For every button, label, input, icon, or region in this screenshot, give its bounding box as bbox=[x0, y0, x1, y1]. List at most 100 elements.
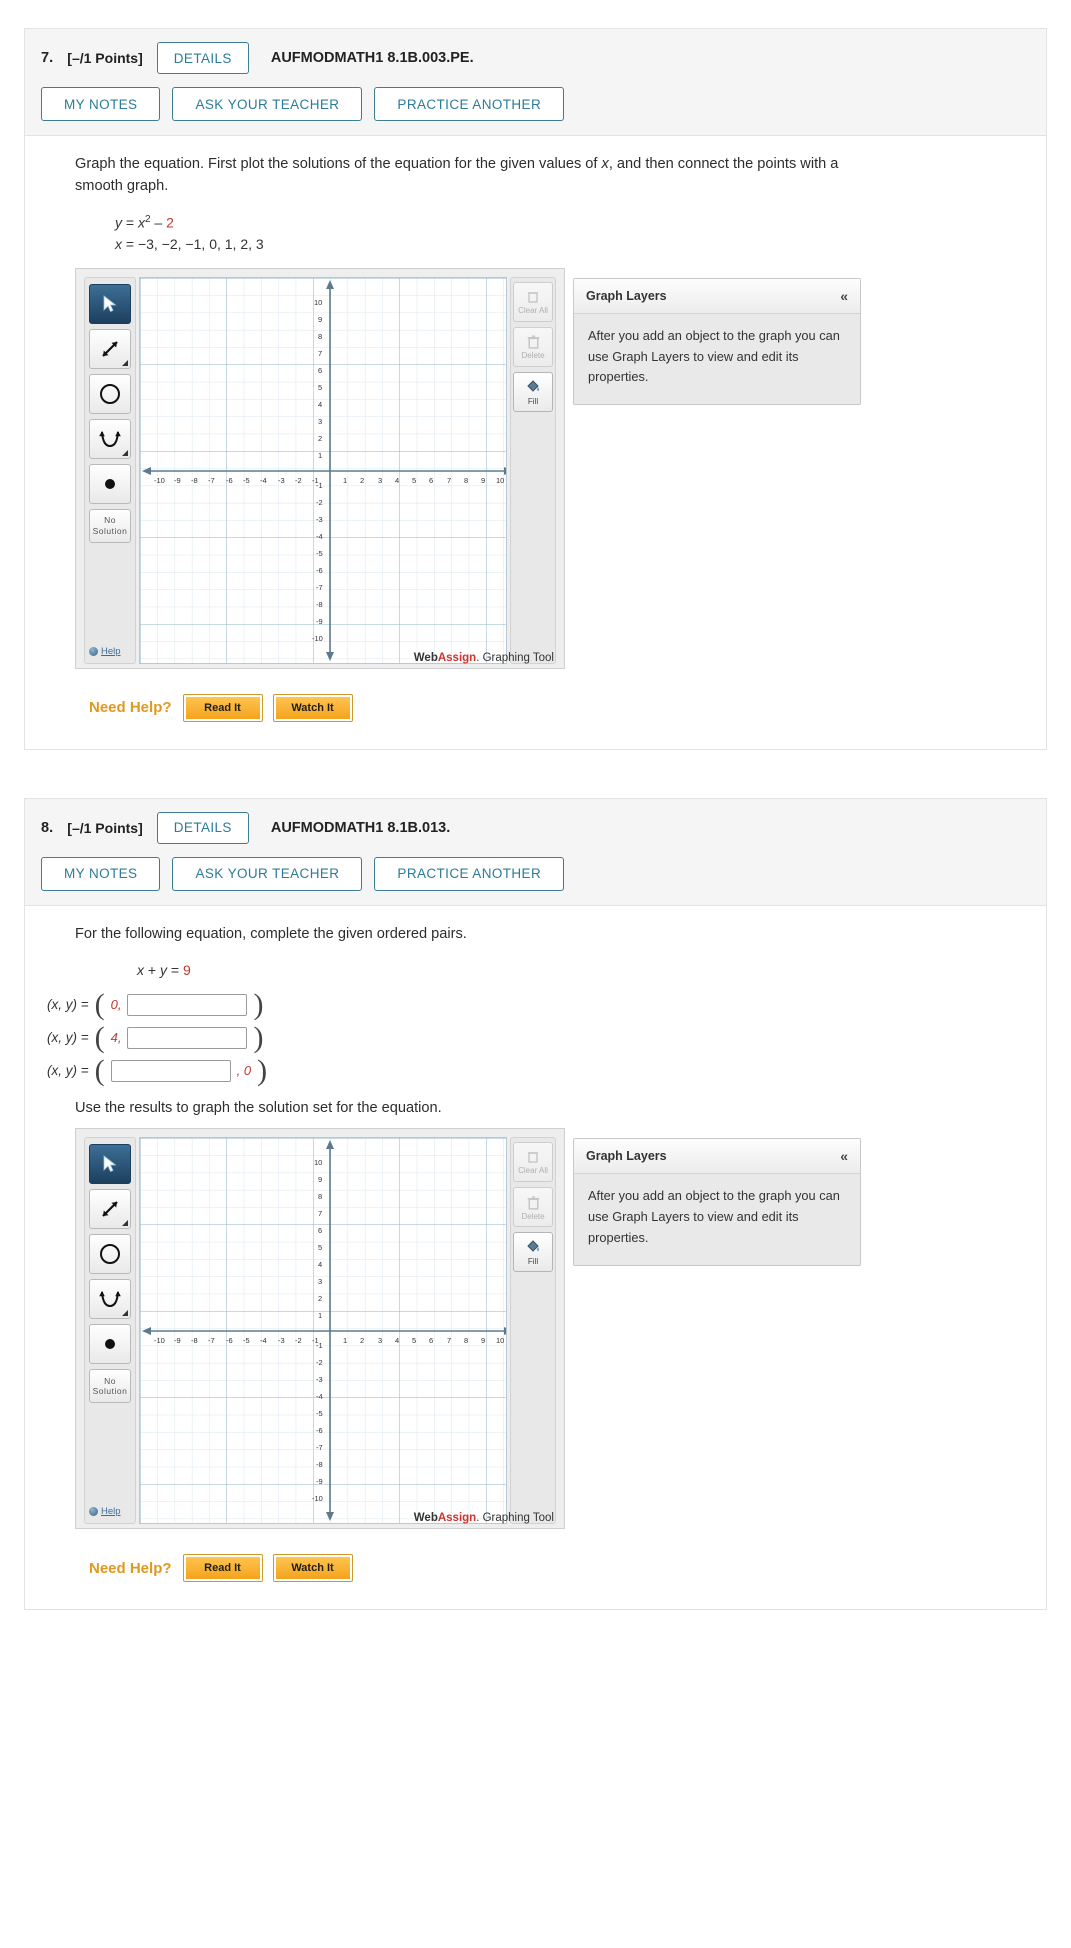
equation-constant: 9 bbox=[182, 961, 191, 978]
svg-text:9: 9 bbox=[318, 1175, 322, 1184]
tool-expand-corner-icon[interactable] bbox=[122, 1310, 128, 1317]
question-block-7: 7. [–/1 Points] DETAILS AUFMODMATH1 8.1B… bbox=[24, 28, 1047, 750]
no-solution-line-1: No bbox=[104, 1375, 116, 1386]
graph-help-link[interactable]: Help bbox=[89, 1506, 121, 1517]
brand-tool: . Graphing Tool bbox=[476, 1512, 554, 1525]
tool-expand-corner-icon[interactable] bbox=[122, 449, 128, 456]
read-it-button[interactable]: Read It bbox=[182, 693, 263, 722]
graphing-tool-wrapper-8: No Solution Help 10 9 8 7 6 5 4 3 2 1 -1… bbox=[75, 1128, 1020, 1530]
brand-assign: Assign bbox=[437, 1512, 477, 1525]
svg-text:2: 2 bbox=[360, 476, 364, 485]
details-button[interactable]: DETAILS bbox=[156, 42, 249, 74]
equation-display: y = x2 – 2 x = −3, −2, −1, 0, 1, 2, 3 bbox=[115, 212, 1020, 256]
axis-tick-labels: 1098 765 432 1 -1-2-3 -4-5-6 -7-8-9 -10 … bbox=[154, 1158, 504, 1503]
pair-input-y[interactable] bbox=[127, 993, 248, 1016]
pair-input-x[interactable] bbox=[110, 1059, 231, 1082]
graph-help-link[interactable]: Help bbox=[89, 646, 121, 657]
no-solution-button[interactable]: No Solution bbox=[89, 508, 131, 543]
parabola-tool-button[interactable] bbox=[89, 1279, 131, 1320]
svg-text:2: 2 bbox=[318, 1294, 322, 1303]
my-notes-button[interactable]: MY NOTES bbox=[41, 856, 161, 891]
read-it-button[interactable]: Read It bbox=[182, 1554, 263, 1583]
ordered-pair-row: (x, y) = ( , 0 ) bbox=[47, 1054, 1020, 1088]
graphing-tool: No Solution Help 10 9 8 7 6 5 4 3 2 1 -1… bbox=[75, 267, 565, 669]
tool-expand-corner-icon[interactable] bbox=[122, 359, 128, 366]
svg-text:-3: -3 bbox=[278, 1336, 285, 1345]
axis-tick-labels: 1098 765 432 1 -1-2-3 -4-5-6 -7-8-9 -10 … bbox=[154, 298, 504, 643]
my-notes-button[interactable]: MY NOTES bbox=[41, 87, 161, 121]
pair-input-y[interactable] bbox=[127, 1026, 248, 1049]
help-icon bbox=[89, 1507, 98, 1517]
point-tool-button[interactable] bbox=[89, 1324, 131, 1365]
cursor-arrow-icon bbox=[103, 294, 117, 312]
segment-tool-button[interactable] bbox=[89, 328, 131, 369]
fill-button[interactable]: Fill bbox=[513, 371, 553, 412]
pointer-tool-button[interactable] bbox=[89, 1144, 131, 1185]
question-block-8: 8. [–/1 Points] DETAILS AUFMODMATH1 8.1B… bbox=[24, 797, 1047, 1611]
circle-tool-button[interactable] bbox=[89, 1234, 131, 1275]
pair-prefilled-x: 4, bbox=[110, 1030, 122, 1046]
ask-your-teacher-button[interactable]: ASK YOUR TEACHER bbox=[172, 856, 363, 891]
svg-text:-9: -9 bbox=[316, 617, 323, 626]
segment-tool-button[interactable] bbox=[89, 1189, 131, 1230]
svg-text:8: 8 bbox=[318, 332, 322, 341]
clear-all-button[interactable]: Clear All bbox=[513, 1142, 553, 1183]
watch-it-button[interactable]: Watch It bbox=[272, 1554, 353, 1583]
details-button[interactable]: DETAILS bbox=[156, 811, 249, 844]
svg-text:3: 3 bbox=[378, 1336, 382, 1345]
svg-text:-8: -8 bbox=[316, 1460, 323, 1469]
ask-your-teacher-button[interactable]: ASK YOUR TEACHER bbox=[172, 87, 363, 121]
dot-icon bbox=[105, 1339, 115, 1350]
graph-layers-body: After you add an object to the graph you… bbox=[588, 327, 840, 385]
svg-text:8: 8 bbox=[318, 1192, 322, 1201]
circle-tool-button[interactable] bbox=[89, 373, 131, 414]
pair-label: (x, y) = bbox=[47, 997, 89, 1013]
question-header-row-1: 7. [–/1 Points] DETAILS AUFMODMATH1 8.1B… bbox=[41, 41, 1030, 75]
practice-another-button[interactable]: PRACTICE ANOTHER bbox=[374, 856, 565, 891]
graph-canvas[interactable]: 10 9 8 765 432 1 -1 -2 -3 -4 -5 -6 -7 -8 -9 -10 … bbox=[139, 276, 507, 664]
svg-text:-4: -4 bbox=[260, 1336, 267, 1345]
graph-toolbar-right: Clear All Delete Fill bbox=[510, 276, 556, 664]
svg-text:-8: -8 bbox=[316, 600, 323, 609]
svg-text:7: 7 bbox=[318, 349, 322, 358]
question-number: 7. bbox=[41, 50, 54, 66]
svg-text:10: 10 bbox=[496, 1336, 504, 1345]
left-paren: ( bbox=[94, 1021, 105, 1055]
left-paren: ( bbox=[94, 1054, 105, 1088]
no-solution-button[interactable]: No Solution bbox=[89, 1369, 131, 1404]
svg-text:7: 7 bbox=[447, 1336, 451, 1345]
delete-button[interactable]: Delete bbox=[513, 326, 553, 367]
dot-icon bbox=[105, 478, 115, 489]
svg-text:-5: -5 bbox=[243, 1336, 250, 1345]
practice-another-button[interactable]: PRACTICE ANOTHER bbox=[374, 87, 565, 121]
point-tool-button[interactable] bbox=[89, 463, 131, 504]
question-prompt: For the following equation, complete the… bbox=[75, 925, 467, 942]
fill-button[interactable]: Fill bbox=[513, 1232, 553, 1273]
svg-text:-6: -6 bbox=[316, 566, 323, 575]
need-help-label: Need Help? bbox=[89, 699, 172, 717]
svg-text:-6: -6 bbox=[316, 1426, 323, 1435]
clear-all-button[interactable]: Clear All bbox=[513, 281, 553, 322]
equation-line-y: y = x2 – 2 bbox=[115, 213, 174, 231]
graph-layers-title: Graph Layers bbox=[586, 1149, 667, 1164]
svg-text:-8: -8 bbox=[191, 476, 198, 485]
svg-text:-7: -7 bbox=[208, 1336, 215, 1345]
tool-expand-corner-icon[interactable] bbox=[122, 1220, 128, 1227]
left-paren: ( bbox=[94, 988, 105, 1022]
question-code: AUFMODMATH1 8.1B.003.PE. bbox=[270, 50, 474, 66]
parabola-tool-button[interactable] bbox=[89, 418, 131, 459]
delete-button[interactable]: Delete bbox=[513, 1187, 553, 1228]
svg-text:6: 6 bbox=[318, 366, 322, 375]
svg-text:-10: -10 bbox=[312, 1494, 323, 1503]
graph-layers-header: Graph Layers « bbox=[574, 278, 860, 314]
graph-layers-body: After you add an object to the graph you… bbox=[588, 1188, 840, 1245]
pointer-tool-button[interactable] bbox=[89, 283, 131, 324]
collapse-chevron-icon[interactable]: « bbox=[840, 288, 848, 304]
pair-prefilled-x: 0, bbox=[110, 997, 122, 1013]
trash-icon bbox=[527, 335, 539, 349]
collapse-chevron-icon[interactable]: « bbox=[840, 1148, 848, 1164]
svg-text:2: 2 bbox=[318, 434, 322, 443]
help-icon bbox=[89, 646, 98, 656]
graph-canvas[interactable]: 10 9 8 765 432 1 -1 -2 -3 -4 -5 -6 -7 -8 -9 -10 … bbox=[139, 1137, 507, 1525]
watch-it-button[interactable]: Watch It bbox=[272, 693, 353, 722]
